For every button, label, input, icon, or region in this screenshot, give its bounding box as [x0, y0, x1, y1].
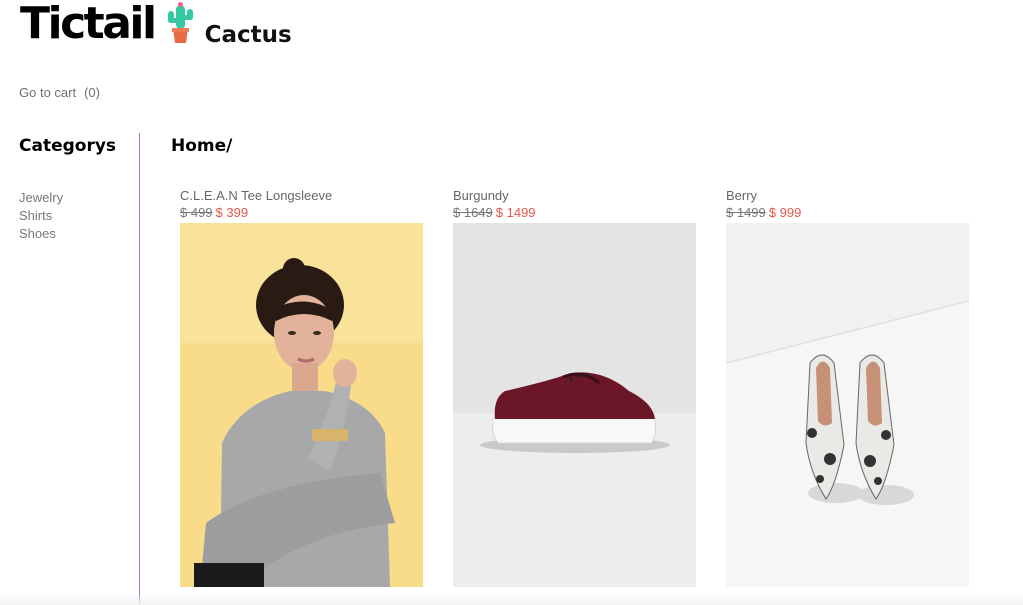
product-card-berry[interactable]: Berry $ 1499 $ 999	[726, 188, 969, 587]
category-item-shirts[interactable]: Shirts	[19, 207, 63, 225]
go-to-cart-link[interactable]: Go to cart (0)	[19, 85, 100, 100]
category-list: Jewelry Shirts Shoes	[19, 189, 63, 243]
product-price: $ 499 $ 399	[180, 204, 423, 222]
sale-price: $ 999	[768, 205, 802, 220]
brand-logo[interactable]: Tictail	[20, 2, 157, 46]
bottom-fade	[0, 592, 1023, 605]
category-item-jewelry[interactable]: Jewelry	[19, 189, 63, 207]
categories-heading: Categorys	[19, 136, 117, 156]
breadcrumb: Home/	[171, 136, 233, 156]
product-price: $ 1649 $ 1499	[453, 204, 696, 222]
cart-label: Go to cart	[19, 85, 77, 100]
product-image-woman-portrait[interactable]	[180, 223, 423, 587]
product-name: Burgundy	[453, 188, 509, 203]
product-image-snakeskin-heels[interactable]	[726, 223, 969, 587]
product-image-burgundy-sneaker[interactable]	[453, 223, 696, 587]
sidebar-divider	[139, 133, 140, 605]
product-name: C.L.E.A.N Tee Longsleeve	[180, 188, 333, 203]
sale-price: $ 1499	[495, 205, 536, 220]
original-price: $ 1649	[453, 205, 493, 220]
header-brand: Tictail Cactus	[20, 2, 292, 49]
product-name: Berry	[726, 188, 758, 203]
store-name: Cactus	[204, 22, 292, 48]
product-card-clean-tee[interactable]: C.L.E.A.N Tee Longsleeve $ 499 $ 399	[180, 188, 423, 587]
shop-page: Tictail Cactus Go to cart (0) Categorys J…	[0, 0, 1023, 605]
category-item-shoes[interactable]: Shoes	[19, 225, 63, 243]
product-price: $ 1499 $ 999	[726, 204, 969, 222]
product-card-burgundy[interactable]: Burgundy $ 1649 $ 1499	[453, 188, 696, 587]
sale-price: $ 399	[215, 205, 249, 220]
original-price: $ 1499	[726, 205, 766, 220]
original-price: $ 499	[180, 205, 213, 220]
cactus-icon	[167, 2, 193, 43]
cart-count: (0)	[84, 85, 100, 100]
